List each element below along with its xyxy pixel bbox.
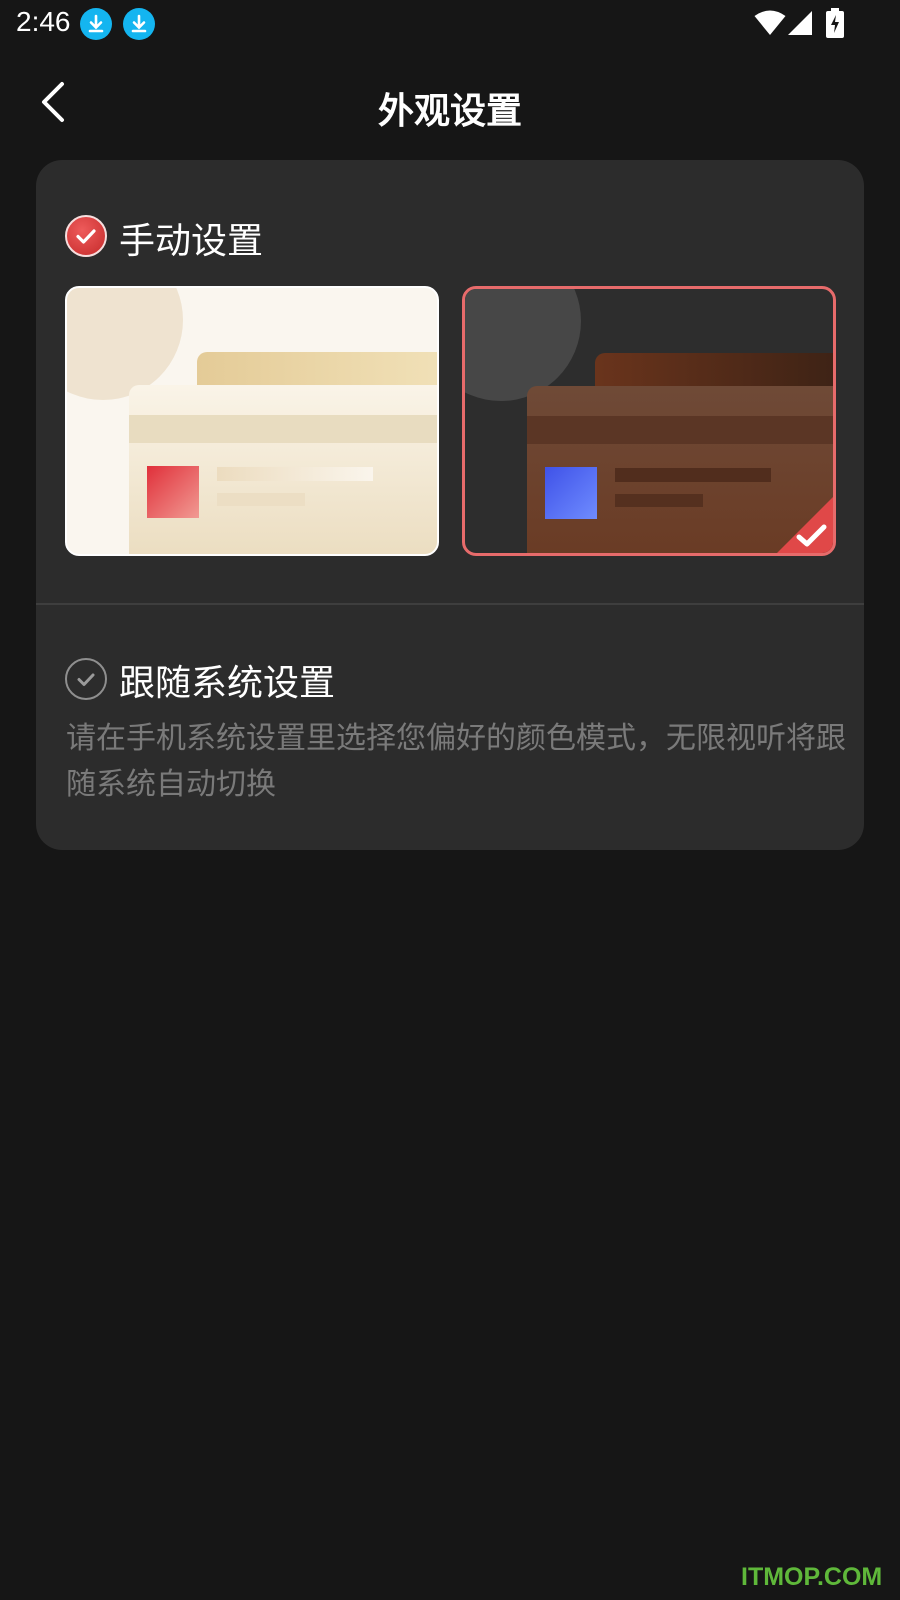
preview-text-line <box>217 467 373 481</box>
follow-system-label[interactable]: 跟随系统设置 <box>119 654 335 706</box>
download-icon <box>80 8 112 40</box>
watermark: ITMOP.COM <box>741 1563 883 1591</box>
appearance-card: 手动设置 跟随系统设置 请在手机系统设置里选择您偏好的颜色模式，无限视听将跟随系… <box>36 160 864 850</box>
preview-circle <box>67 288 183 400</box>
preview-cover <box>545 467 597 519</box>
preview-text-line <box>615 468 771 482</box>
preview-cover <box>147 466 199 518</box>
status-time: 2:46 <box>16 6 71 37</box>
follow-system-radio-icon[interactable] <box>65 658 107 700</box>
preview-circle <box>465 289 581 401</box>
preview-text-line <box>615 494 703 507</box>
status-bar: 2:46 <box>0 0 900 50</box>
selected-check-icon <box>777 497 833 553</box>
follow-system-description: 请在手机系统设置里选择您偏好的颜色模式，无限视听将跟随系统自动切换 <box>66 721 846 802</box>
wifi-icon <box>754 10 786 35</box>
screen: 2:46 外观设置 手动设置 跟随系统设置 请在手机系统设置里选择您偏好的颜色模… <box>0 0 900 1600</box>
download-icon <box>123 8 155 40</box>
page-title: 外观设置 <box>377 91 522 132</box>
battery-charging-icon <box>826 8 844 38</box>
signal-icon <box>788 11 812 35</box>
preview-band <box>129 415 437 443</box>
dark-theme-option[interactable] <box>462 286 836 556</box>
preview-text-line <box>217 493 305 506</box>
divider <box>36 603 864 605</box>
preview-band <box>527 416 833 444</box>
manual-setting-label[interactable]: 手动设置 <box>119 212 263 264</box>
manual-radio-checked-icon[interactable] <box>65 215 107 257</box>
light-theme-option[interactable] <box>65 286 439 556</box>
